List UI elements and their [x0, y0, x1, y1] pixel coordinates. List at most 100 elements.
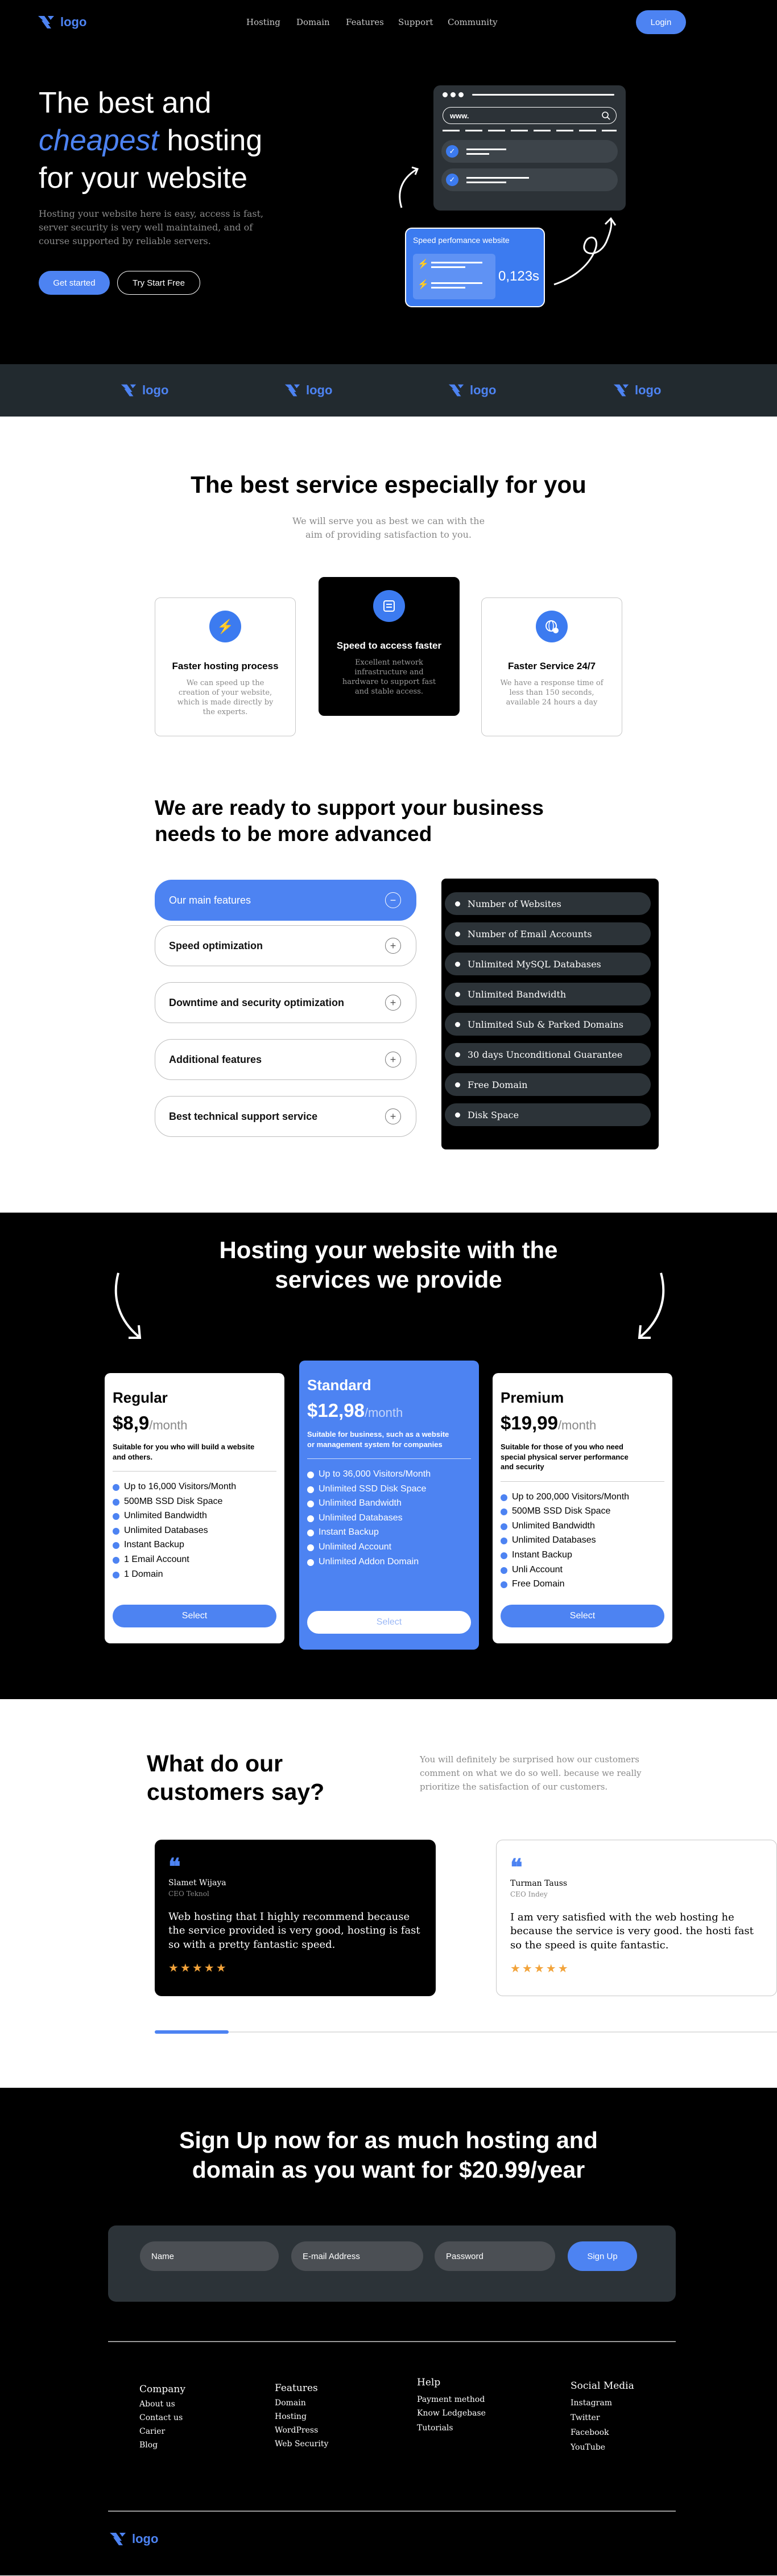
testimonials-heading: What do our customers say?: [147, 1750, 325, 1805]
password-input[interactable]: Password: [435, 2241, 555, 2271]
footer-link[interactable]: Tutorials: [417, 2423, 453, 2433]
login-button[interactable]: Login: [636, 10, 686, 34]
footer-link[interactable]: Web Security: [275, 2439, 328, 2449]
plan-period: /month: [364, 1406, 403, 1420]
service-card-title: Faster Service 24/7: [507, 661, 596, 671]
testimonial-name: Slamet Wijaya: [168, 1878, 226, 1887]
signup-heading: Sign Up now for as much hosting and doma…: [179, 2127, 598, 2183]
testimonial-card: ❝ Slamet Wijaya CEO Teknol Web hosting t…: [155, 1840, 436, 1996]
brand-logo[interactable]: logo: [36, 13, 86, 32]
footer-link[interactable]: Domain: [275, 2398, 306, 2408]
service-card-title: Faster hosting process: [172, 661, 279, 671]
footer-link[interactable]: Know Ledgebase: [417, 2409, 486, 2418]
arrow-down-right-icon: [638, 1272, 665, 1339]
testimonial-name: Turman Tauss: [510, 1879, 568, 1888]
accordion-label: Downtime and security optimization: [169, 996, 345, 1008]
footer-link[interactable]: About us: [139, 2400, 175, 2409]
plan-feature: Unlimited Databases: [307, 1513, 471, 1528]
plus-icon: +: [385, 995, 401, 1011]
plan-price: $19,99: [501, 1412, 558, 1433]
footer-link[interactable]: Blog: [139, 2441, 158, 2450]
pricing-heading: Hosting your website with the services w…: [219, 1237, 558, 1293]
testimonial-text: Web hosting that I highly recommend beca…: [168, 1911, 420, 1951]
hero-title-line1: The best and: [39, 86, 212, 119]
plan-feature: Instant Backup: [307, 1527, 471, 1542]
partner-logo-text: logo: [635, 383, 662, 397]
check-icon: ✓: [446, 174, 458, 186]
nav-domain[interactable]: Domain: [296, 17, 330, 27]
plan-card-regular: Regular $8,9/month Suitable for you who …: [105, 1373, 284, 1643]
nav-features[interactable]: Features: [346, 17, 384, 27]
feature-item: Number of Email Accounts: [445, 922, 651, 945]
footer-link[interactable]: Twitter: [571, 2413, 600, 2422]
nav-hosting[interactable]: Hosting: [246, 17, 280, 27]
slider-track[interactable]: [155, 2031, 777, 2033]
select-premium-button[interactable]: Select: [501, 1605, 664, 1627]
accordion-label: Additional features: [169, 1053, 262, 1065]
footer-link[interactable]: WordPress: [275, 2426, 318, 2435]
service-card-faster-hosting[interactable]: ⚡ Faster hosting process We can speed up…: [155, 597, 296, 736]
footer-link[interactable]: YouTube: [571, 2443, 605, 2452]
service-section: The best service especially for you We w…: [0, 417, 777, 1213]
select-standard-button[interactable]: Select: [307, 1611, 471, 1634]
partner-logo: logo: [283, 381, 332, 399]
plan-desc: Suitable for business, such as a website…: [307, 1430, 449, 1449]
footer-link[interactable]: Instagram: [571, 2398, 612, 2408]
plan-card-standard: Standard $12,98/month Suitable for busin…: [299, 1361, 479, 1650]
accordion-technical-support[interactable]: Best technical support service +: [155, 1096, 416, 1137]
testimonials-section: What do our customers say? You will defi…: [0, 1699, 777, 2088]
partner-logo: logo: [119, 381, 168, 399]
hero-title-line3: for your website: [39, 162, 248, 195]
pricing-section: Hosting your website with the services w…: [0, 1213, 777, 1699]
plan-feature: Unlimited Bandwidth: [113, 1511, 276, 1526]
signup-footer-section: Sign Up now for as much hosting and doma…: [0, 2088, 777, 2575]
check-row-1: ✓: [441, 140, 618, 163]
footer-link[interactable]: Carier: [139, 2427, 165, 2436]
plan-features: Up to 16,000 Visitors/Month 500MB SSD Di…: [113, 1482, 276, 1584]
plan-name: Premium: [501, 1389, 564, 1406]
logo-text: logo: [60, 15, 87, 29]
footer-link[interactable]: Contact us: [139, 2413, 183, 2422]
partner-logo: logo: [447, 381, 496, 399]
accordion-additional-features[interactable]: Additional features +: [155, 1039, 416, 1080]
sign-up-button[interactable]: Sign Up: [568, 2241, 637, 2271]
logo-mark-icon: [613, 384, 629, 397]
accordion-main-features[interactable]: Our main features −: [155, 880, 416, 921]
plus-icon: +: [385, 1052, 401, 1068]
hero-title: The best and cheapest hosting for your w…: [39, 84, 262, 197]
service-card-title: Speed to access faster: [336, 640, 442, 651]
service-card-speed-access[interactable]: Speed to access faster Excellent network…: [319, 577, 460, 716]
testimonial-role: CEO Indey: [510, 1890, 548, 1898]
feature-item: Unlimited MySQL Databases: [445, 953, 651, 975]
service-card-desc: We can speed up the creation of your web…: [177, 679, 274, 716]
footer-column-title: Social Media: [571, 2380, 634, 2392]
service-card-desc: Excellent network infrastructure and har…: [342, 658, 436, 696]
accordion-downtime-security[interactable]: Downtime and security optimization +: [155, 982, 416, 1023]
select-regular-button[interactable]: Select: [113, 1605, 276, 1627]
name-input[interactable]: Name: [140, 2241, 279, 2271]
plan-feature: Up to 36,000 Visitors/Month: [307, 1469, 471, 1484]
slider-thumb[interactable]: [155, 2030, 229, 2034]
squiggle-arrow-icon: [553, 217, 617, 286]
plan-feature: Free Domain: [501, 1579, 664, 1594]
plus-icon: +: [385, 1108, 401, 1124]
service-card-24-7[interactable]: Faster Service 24/7 We have a response t…: [481, 597, 622, 736]
plan-feature: Instant Backup: [501, 1550, 664, 1565]
partner-logos-band: logo logo logo logo: [0, 364, 777, 417]
lightning-icon: ⚡: [418, 258, 429, 269]
plan-name: Standard: [307, 1376, 371, 1394]
accordion-speed-optimization[interactable]: Speed optimization +: [155, 925, 416, 966]
footer-logo[interactable]: logo: [108, 2529, 158, 2549]
try-free-button[interactable]: Try Start Free: [117, 271, 200, 295]
get-started-button[interactable]: Get started: [39, 271, 110, 295]
nav-support[interactable]: Support: [398, 17, 433, 27]
feature-item: Number of Websites: [445, 892, 651, 915]
nav-community[interactable]: Community: [448, 17, 498, 27]
hero-title-line2: hosting: [167, 124, 263, 157]
footer-link[interactable]: Facebook: [571, 2428, 609, 2437]
feature-item: 30 days Unconditional Guarantee: [445, 1043, 651, 1066]
plan-name: Regular: [113, 1389, 168, 1406]
email-input[interactable]: E-mail Address: [291, 2241, 423, 2271]
footer-link[interactable]: Payment method: [417, 2395, 485, 2404]
footer-link[interactable]: Hosting: [275, 2412, 307, 2421]
